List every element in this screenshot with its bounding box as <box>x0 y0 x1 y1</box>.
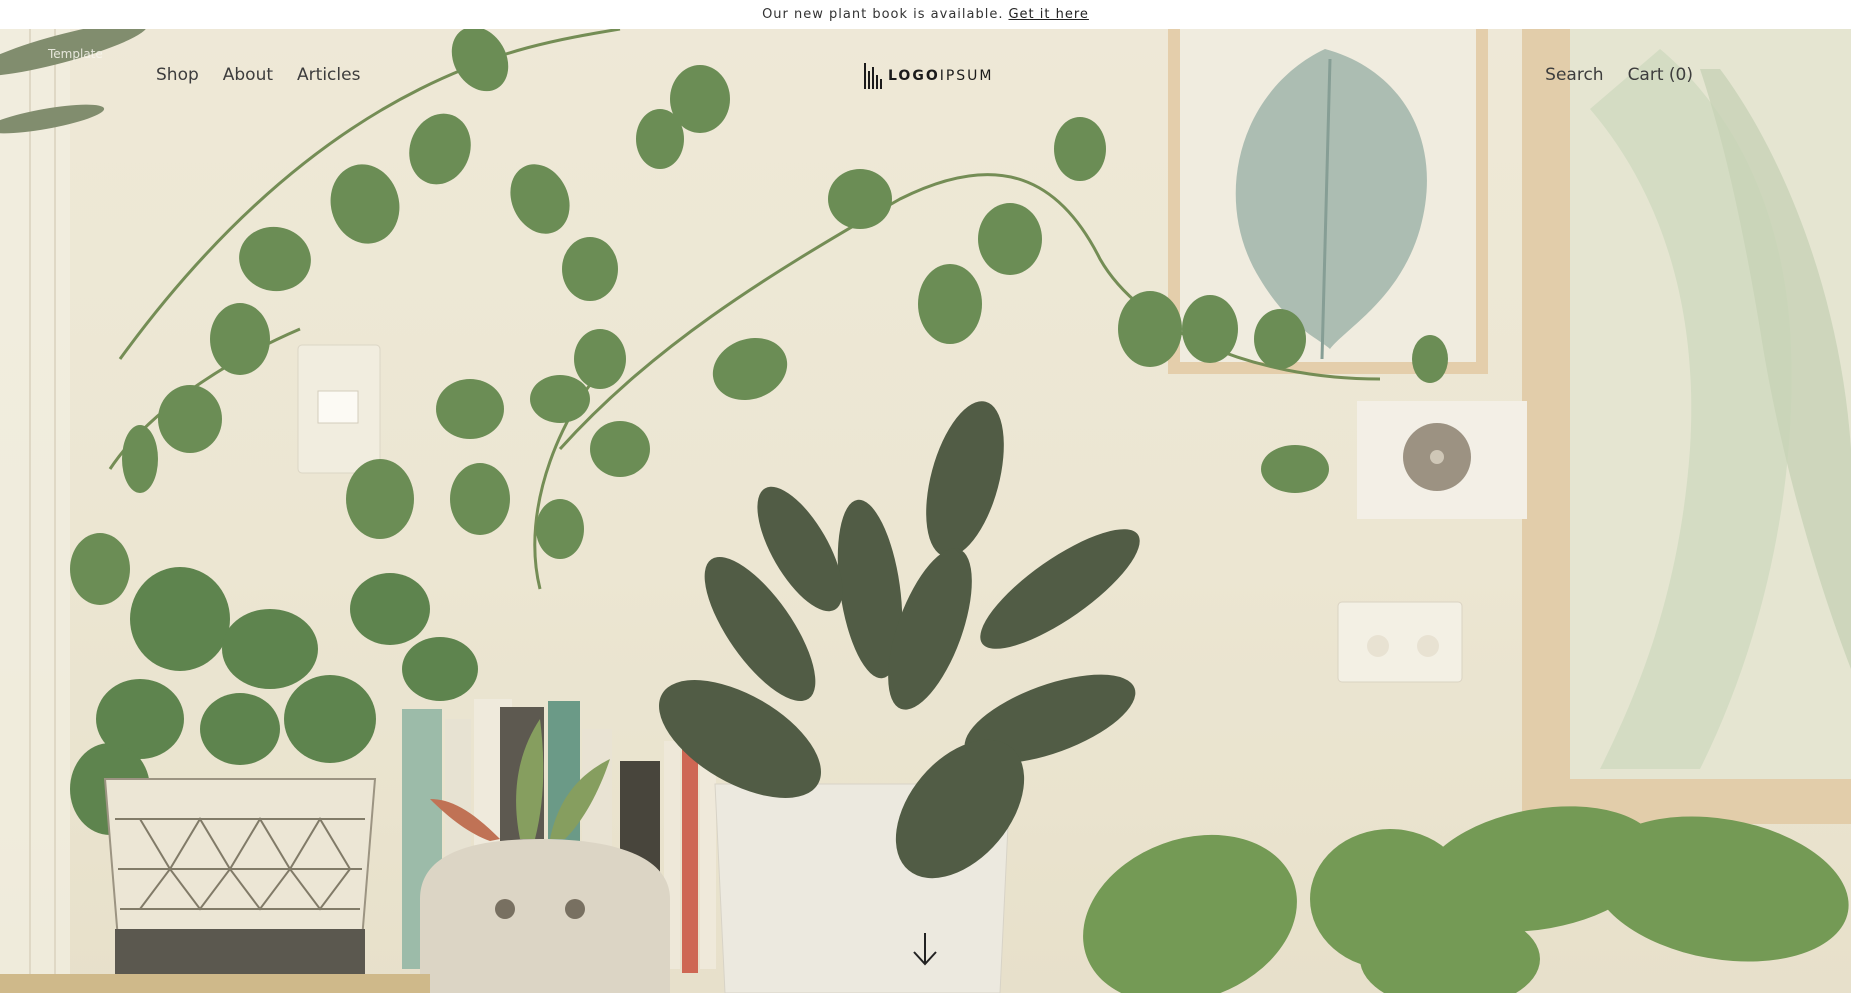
search-link[interactable]: Search <box>1545 65 1603 85</box>
arrow-down-icon[interactable] <box>910 929 940 969</box>
cart-link[interactable]: Cart (0) <box>1628 65 1693 85</box>
logo-wordmark: LOGOIPSUM <box>888 68 994 84</box>
nav-item-about[interactable]: About <box>223 65 273 85</box>
announcement-bar: Our new plant book is available. Get it … <box>0 0 1851 29</box>
announcement-link[interactable]: Get it here <box>1008 7 1088 22</box>
logo-word-light: IPSUM <box>939 68 994 84</box>
primary-nav: Shop About Articles <box>156 65 360 85</box>
nav-item-shop[interactable]: Shop <box>156 65 199 85</box>
site-logo[interactable]: LOGOIPSUM <box>864 63 994 89</box>
nav-item-articles[interactable]: Articles <box>297 65 360 85</box>
template-tag: Template <box>48 47 103 61</box>
logo-mark-icon <box>864 63 882 89</box>
utility-nav: Search Cart (0) <box>1545 65 1693 85</box>
hero-background-image <box>0 29 1851 993</box>
hero-section: Template Shop About Articles LOGOIPSUM S… <box>0 29 1851 993</box>
logo-word-bold: LOGO <box>888 68 940 84</box>
announcement-text: Our new plant book is available. <box>762 7 1004 22</box>
